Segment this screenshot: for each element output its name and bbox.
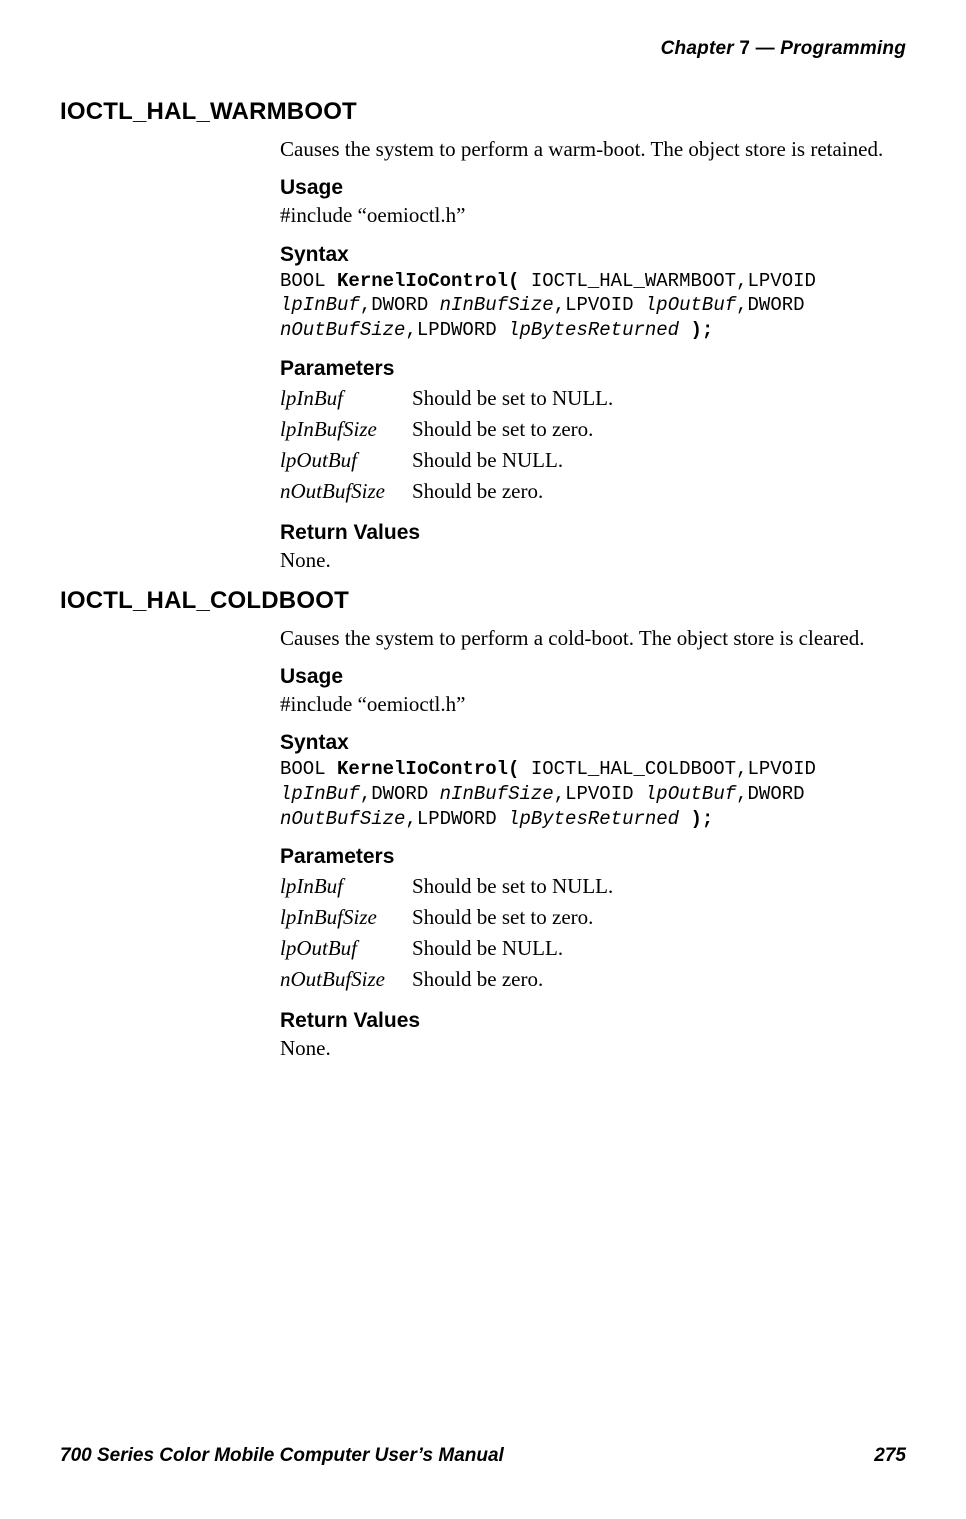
syntax-heading: Syntax (280, 731, 902, 755)
usage-heading: Usage (280, 665, 902, 689)
parameters-heading: Parameters (280, 357, 902, 381)
param-name: nOutBufSize (280, 476, 412, 507)
code-bold: KernelIoControl( (337, 758, 519, 780)
param-name: lpInBuf (280, 383, 412, 414)
page-number: 275 (874, 1445, 906, 1467)
param-name: lpInBufSize (280, 902, 412, 933)
table-row: lpOutBuf Should be NULL. (280, 445, 613, 476)
code-text: BOOL (280, 270, 337, 292)
return-text: None. (280, 1035, 902, 1061)
code-text: IOCTL_HAL_COLDBOOT,LPVOID (519, 758, 815, 780)
manual-title: 700 Series Color Mobile Computer User’s … (60, 1445, 504, 1467)
code-text: ,LPDWORD (405, 808, 508, 830)
code-bold: ); (690, 319, 713, 341)
code-bold: ); (690, 808, 713, 830)
param-name: nOutBufSize (280, 964, 412, 995)
section-description: Causes the system to perform a warm-boot… (280, 136, 902, 162)
code-text: BOOL (280, 758, 337, 780)
section-title: IOCTL_HAL_COLDBOOT (60, 587, 906, 615)
param-desc: Should be zero. (412, 476, 613, 507)
table-row: lpInBufSize Should be set to zero. (280, 902, 613, 933)
usage-heading: Usage (280, 176, 902, 200)
usage-text: #include “oemioctl.h” (280, 202, 902, 228)
param-desc: Should be set to NULL. (412, 383, 613, 414)
code-italic: nInBufSize (440, 294, 554, 316)
param-desc: Should be set to NULL. (412, 871, 613, 902)
chapter-label: Chapter (661, 38, 734, 59)
code-italic: lpBytesReturned (508, 808, 679, 830)
param-name: lpInBufSize (280, 414, 412, 445)
code-text: ,DWORD (736, 294, 804, 316)
running-header: Chapter 7 — Programming (60, 38, 906, 60)
usage-text: #include “oemioctl.h” (280, 691, 902, 717)
section-content: Causes the system to perform a warm-boot… (280, 136, 902, 573)
param-name: lpInBuf (280, 871, 412, 902)
code-italic: nOutBufSize (280, 808, 405, 830)
code-italic: lpInBuf (280, 783, 360, 805)
table-row: lpInBuf Should be set to NULL. (280, 383, 613, 414)
code-italic: nOutBufSize (280, 319, 405, 341)
param-name: lpOutBuf (280, 933, 412, 964)
param-desc: Should be set to zero. (412, 414, 613, 445)
table-row: lpOutBuf Should be NULL. (280, 933, 613, 964)
param-desc: Should be NULL. (412, 933, 613, 964)
table-row: nOutBufSize Should be zero. (280, 476, 613, 507)
parameters-table: lpInBuf Should be set to NULL. lpInBufSi… (280, 383, 613, 507)
code-text: ,DWORD (360, 294, 440, 316)
table-row: nOutBufSize Should be zero. (280, 964, 613, 995)
table-row: lpInBuf Should be set to NULL. (280, 871, 613, 902)
code-italic: lpOutBuf (645, 783, 736, 805)
code-text (679, 319, 690, 341)
code-text: ,DWORD (736, 783, 804, 805)
code-text: ,DWORD (360, 783, 440, 805)
code-text: IOCTL_HAL_WARMBOOT,LPVOID (519, 270, 815, 292)
code-italic: lpBytesReturned (508, 319, 679, 341)
syntax-code: BOOL KernelIoControl( IOCTL_HAL_WARMBOOT… (280, 269, 902, 343)
param-desc: Should be NULL. (412, 445, 613, 476)
section-title: IOCTL_HAL_WARMBOOT (60, 98, 906, 126)
param-desc: Should be zero. (412, 964, 613, 995)
chapter-number: 7 (739, 38, 750, 59)
return-text: None. (280, 547, 902, 573)
table-row: lpInBufSize Should be set to zero. (280, 414, 613, 445)
running-footer: 700 Series Color Mobile Computer User’s … (60, 1445, 906, 1467)
code-italic: nInBufSize (440, 783, 554, 805)
code-italic: lpOutBuf (645, 294, 736, 316)
return-heading: Return Values (280, 1009, 902, 1033)
syntax-code: BOOL KernelIoControl( IOCTL_HAL_COLDBOOT… (280, 757, 902, 831)
code-italic: lpInBuf (280, 294, 360, 316)
parameters-table: lpInBuf Should be set to NULL. lpInBufSi… (280, 871, 613, 995)
section-content: Causes the system to perform a cold-boot… (280, 625, 902, 1062)
code-text (679, 808, 690, 830)
syntax-heading: Syntax (280, 243, 902, 267)
param-name: lpOutBuf (280, 445, 412, 476)
code-text: ,LPDWORD (405, 319, 508, 341)
return-heading: Return Values (280, 521, 902, 545)
param-desc: Should be set to zero. (412, 902, 613, 933)
header-dash: — (756, 38, 775, 59)
code-text: ,LPVOID (554, 294, 645, 316)
code-text: ,LPVOID (554, 783, 645, 805)
parameters-heading: Parameters (280, 845, 902, 869)
section-description: Causes the system to perform a cold-boot… (280, 625, 902, 651)
page: Chapter 7 — Programming IOCTL_HAL_WARMBO… (0, 0, 966, 1519)
code-bold: KernelIoControl( (337, 270, 519, 292)
chapter-title: Programming (780, 38, 906, 59)
